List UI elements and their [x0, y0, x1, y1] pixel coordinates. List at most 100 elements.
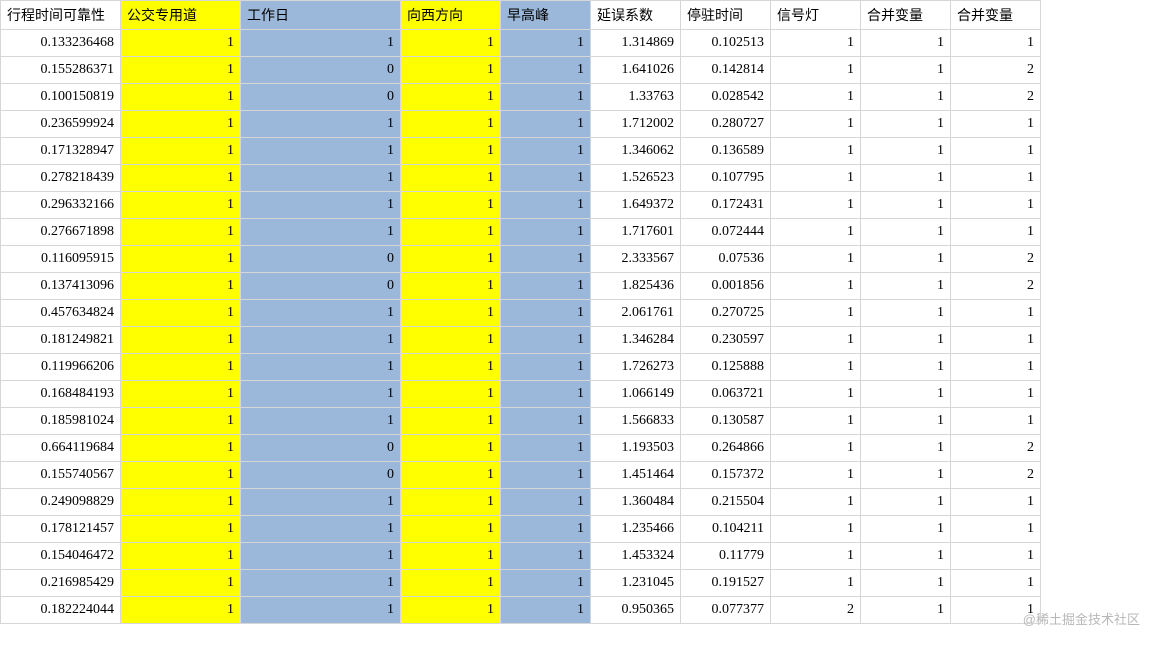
table-cell[interactable]: 2: [951, 435, 1041, 462]
table-cell[interactable]: 1: [771, 381, 861, 408]
table-cell[interactable]: 0.172431: [681, 192, 771, 219]
table-cell[interactable]: 1: [951, 327, 1041, 354]
table-cell[interactable]: 0.157372: [681, 462, 771, 489]
table-cell[interactable]: 1: [501, 597, 591, 624]
table-cell[interactable]: 1.346284: [591, 327, 681, 354]
table-cell[interactable]: 1: [771, 84, 861, 111]
table-cell[interactable]: 1: [121, 30, 241, 57]
table-cell[interactable]: 1: [121, 597, 241, 624]
table-cell[interactable]: 0.137413096: [1, 273, 121, 300]
column-header[interactable]: 延误系数: [591, 1, 681, 30]
table-cell[interactable]: 0.280727: [681, 111, 771, 138]
table-cell[interactable]: 1: [861, 273, 951, 300]
table-cell[interactable]: 1: [121, 192, 241, 219]
table-cell[interactable]: 0.270725: [681, 300, 771, 327]
table-cell[interactable]: 1: [241, 327, 401, 354]
table-cell[interactable]: 1: [401, 57, 501, 84]
table-cell[interactable]: 1: [861, 327, 951, 354]
table-cell[interactable]: 1: [501, 435, 591, 462]
table-cell[interactable]: 0.11779: [681, 543, 771, 570]
column-header[interactable]: 合并变量: [951, 1, 1041, 30]
table-cell[interactable]: 1: [771, 327, 861, 354]
column-header[interactable]: 工作日: [241, 1, 401, 30]
table-cell[interactable]: 0: [241, 462, 401, 489]
table-cell[interactable]: 0.191527: [681, 570, 771, 597]
table-cell[interactable]: 0.664119684: [1, 435, 121, 462]
table-cell[interactable]: 1.526523: [591, 165, 681, 192]
table-cell[interactable]: 1: [501, 543, 591, 570]
table-cell[interactable]: 0.077377: [681, 597, 771, 624]
table-cell[interactable]: 1: [501, 138, 591, 165]
table-cell[interactable]: 1: [861, 408, 951, 435]
table-cell[interactable]: 1: [951, 543, 1041, 570]
table-cell[interactable]: 0.072444: [681, 219, 771, 246]
table-cell[interactable]: 1: [771, 408, 861, 435]
table-cell[interactable]: 0.236599924: [1, 111, 121, 138]
table-cell[interactable]: 1: [401, 300, 501, 327]
table-cell[interactable]: 2.061761: [591, 300, 681, 327]
table-cell[interactable]: 1: [241, 138, 401, 165]
table-cell[interactable]: 0.063721: [681, 381, 771, 408]
table-cell[interactable]: 1: [401, 84, 501, 111]
table-cell[interactable]: 1: [241, 516, 401, 543]
table-cell[interactable]: 1: [501, 192, 591, 219]
table-cell[interactable]: 0.296332166: [1, 192, 121, 219]
table-cell[interactable]: 1: [241, 543, 401, 570]
table-cell[interactable]: 1.726273: [591, 354, 681, 381]
table-cell[interactable]: 2: [951, 273, 1041, 300]
table-cell[interactable]: 1: [861, 597, 951, 624]
table-cell[interactable]: 1: [501, 408, 591, 435]
table-cell[interactable]: 1: [861, 192, 951, 219]
table-cell[interactable]: 1: [121, 435, 241, 462]
column-header[interactable]: 早高峰: [501, 1, 591, 30]
table-cell[interactable]: 1: [861, 516, 951, 543]
table-cell[interactable]: 1: [951, 165, 1041, 192]
table-cell[interactable]: 0.001856: [681, 273, 771, 300]
table-cell[interactable]: 1: [501, 84, 591, 111]
table-cell[interactable]: 1: [121, 543, 241, 570]
table-cell[interactable]: 0: [241, 246, 401, 273]
table-cell[interactable]: 0.278218439: [1, 165, 121, 192]
table-cell[interactable]: 0.181249821: [1, 327, 121, 354]
table-cell[interactable]: 1: [401, 327, 501, 354]
table-cell[interactable]: 1.649372: [591, 192, 681, 219]
table-cell[interactable]: 1: [241, 192, 401, 219]
table-cell[interactable]: 1.825436: [591, 273, 681, 300]
column-header[interactable]: 行程时间可靠性: [1, 1, 121, 30]
table-cell[interactable]: 0.119966206: [1, 354, 121, 381]
table-cell[interactable]: 1: [951, 354, 1041, 381]
table-cell[interactable]: 1: [121, 111, 241, 138]
table-cell[interactable]: 1: [771, 435, 861, 462]
table-cell[interactable]: 0.028542: [681, 84, 771, 111]
table-cell[interactable]: 1: [401, 111, 501, 138]
table-cell[interactable]: 1.717601: [591, 219, 681, 246]
table-cell[interactable]: 1: [121, 57, 241, 84]
table-cell[interactable]: 0.125888: [681, 354, 771, 381]
table-cell[interactable]: 1.453324: [591, 543, 681, 570]
table-cell[interactable]: 0.230597: [681, 327, 771, 354]
table-cell[interactable]: 1: [861, 300, 951, 327]
table-cell[interactable]: 0.249098829: [1, 489, 121, 516]
column-header[interactable]: 合并变量: [861, 1, 951, 30]
table-cell[interactable]: 0.154046472: [1, 543, 121, 570]
table-cell[interactable]: 1: [241, 354, 401, 381]
table-cell[interactable]: 1: [771, 462, 861, 489]
table-cell[interactable]: 1: [401, 165, 501, 192]
table-cell[interactable]: 1: [401, 435, 501, 462]
table-cell[interactable]: 1: [401, 30, 501, 57]
table-cell[interactable]: 1: [951, 516, 1041, 543]
table-cell[interactable]: 2: [771, 597, 861, 624]
table-cell[interactable]: 1: [121, 219, 241, 246]
table-cell[interactable]: 1: [121, 84, 241, 111]
table-cell[interactable]: 1: [401, 516, 501, 543]
table-cell[interactable]: 1: [501, 57, 591, 84]
table-cell[interactable]: 1: [771, 138, 861, 165]
table-cell[interactable]: 0.116095915: [1, 246, 121, 273]
table-cell[interactable]: 0.130587: [681, 408, 771, 435]
table-cell[interactable]: 1: [861, 111, 951, 138]
table-cell[interactable]: 2: [951, 462, 1041, 489]
table-cell[interactable]: 1: [771, 219, 861, 246]
table-cell[interactable]: 0: [241, 57, 401, 84]
table-cell[interactable]: 1: [771, 516, 861, 543]
table-cell[interactable]: 1: [771, 111, 861, 138]
